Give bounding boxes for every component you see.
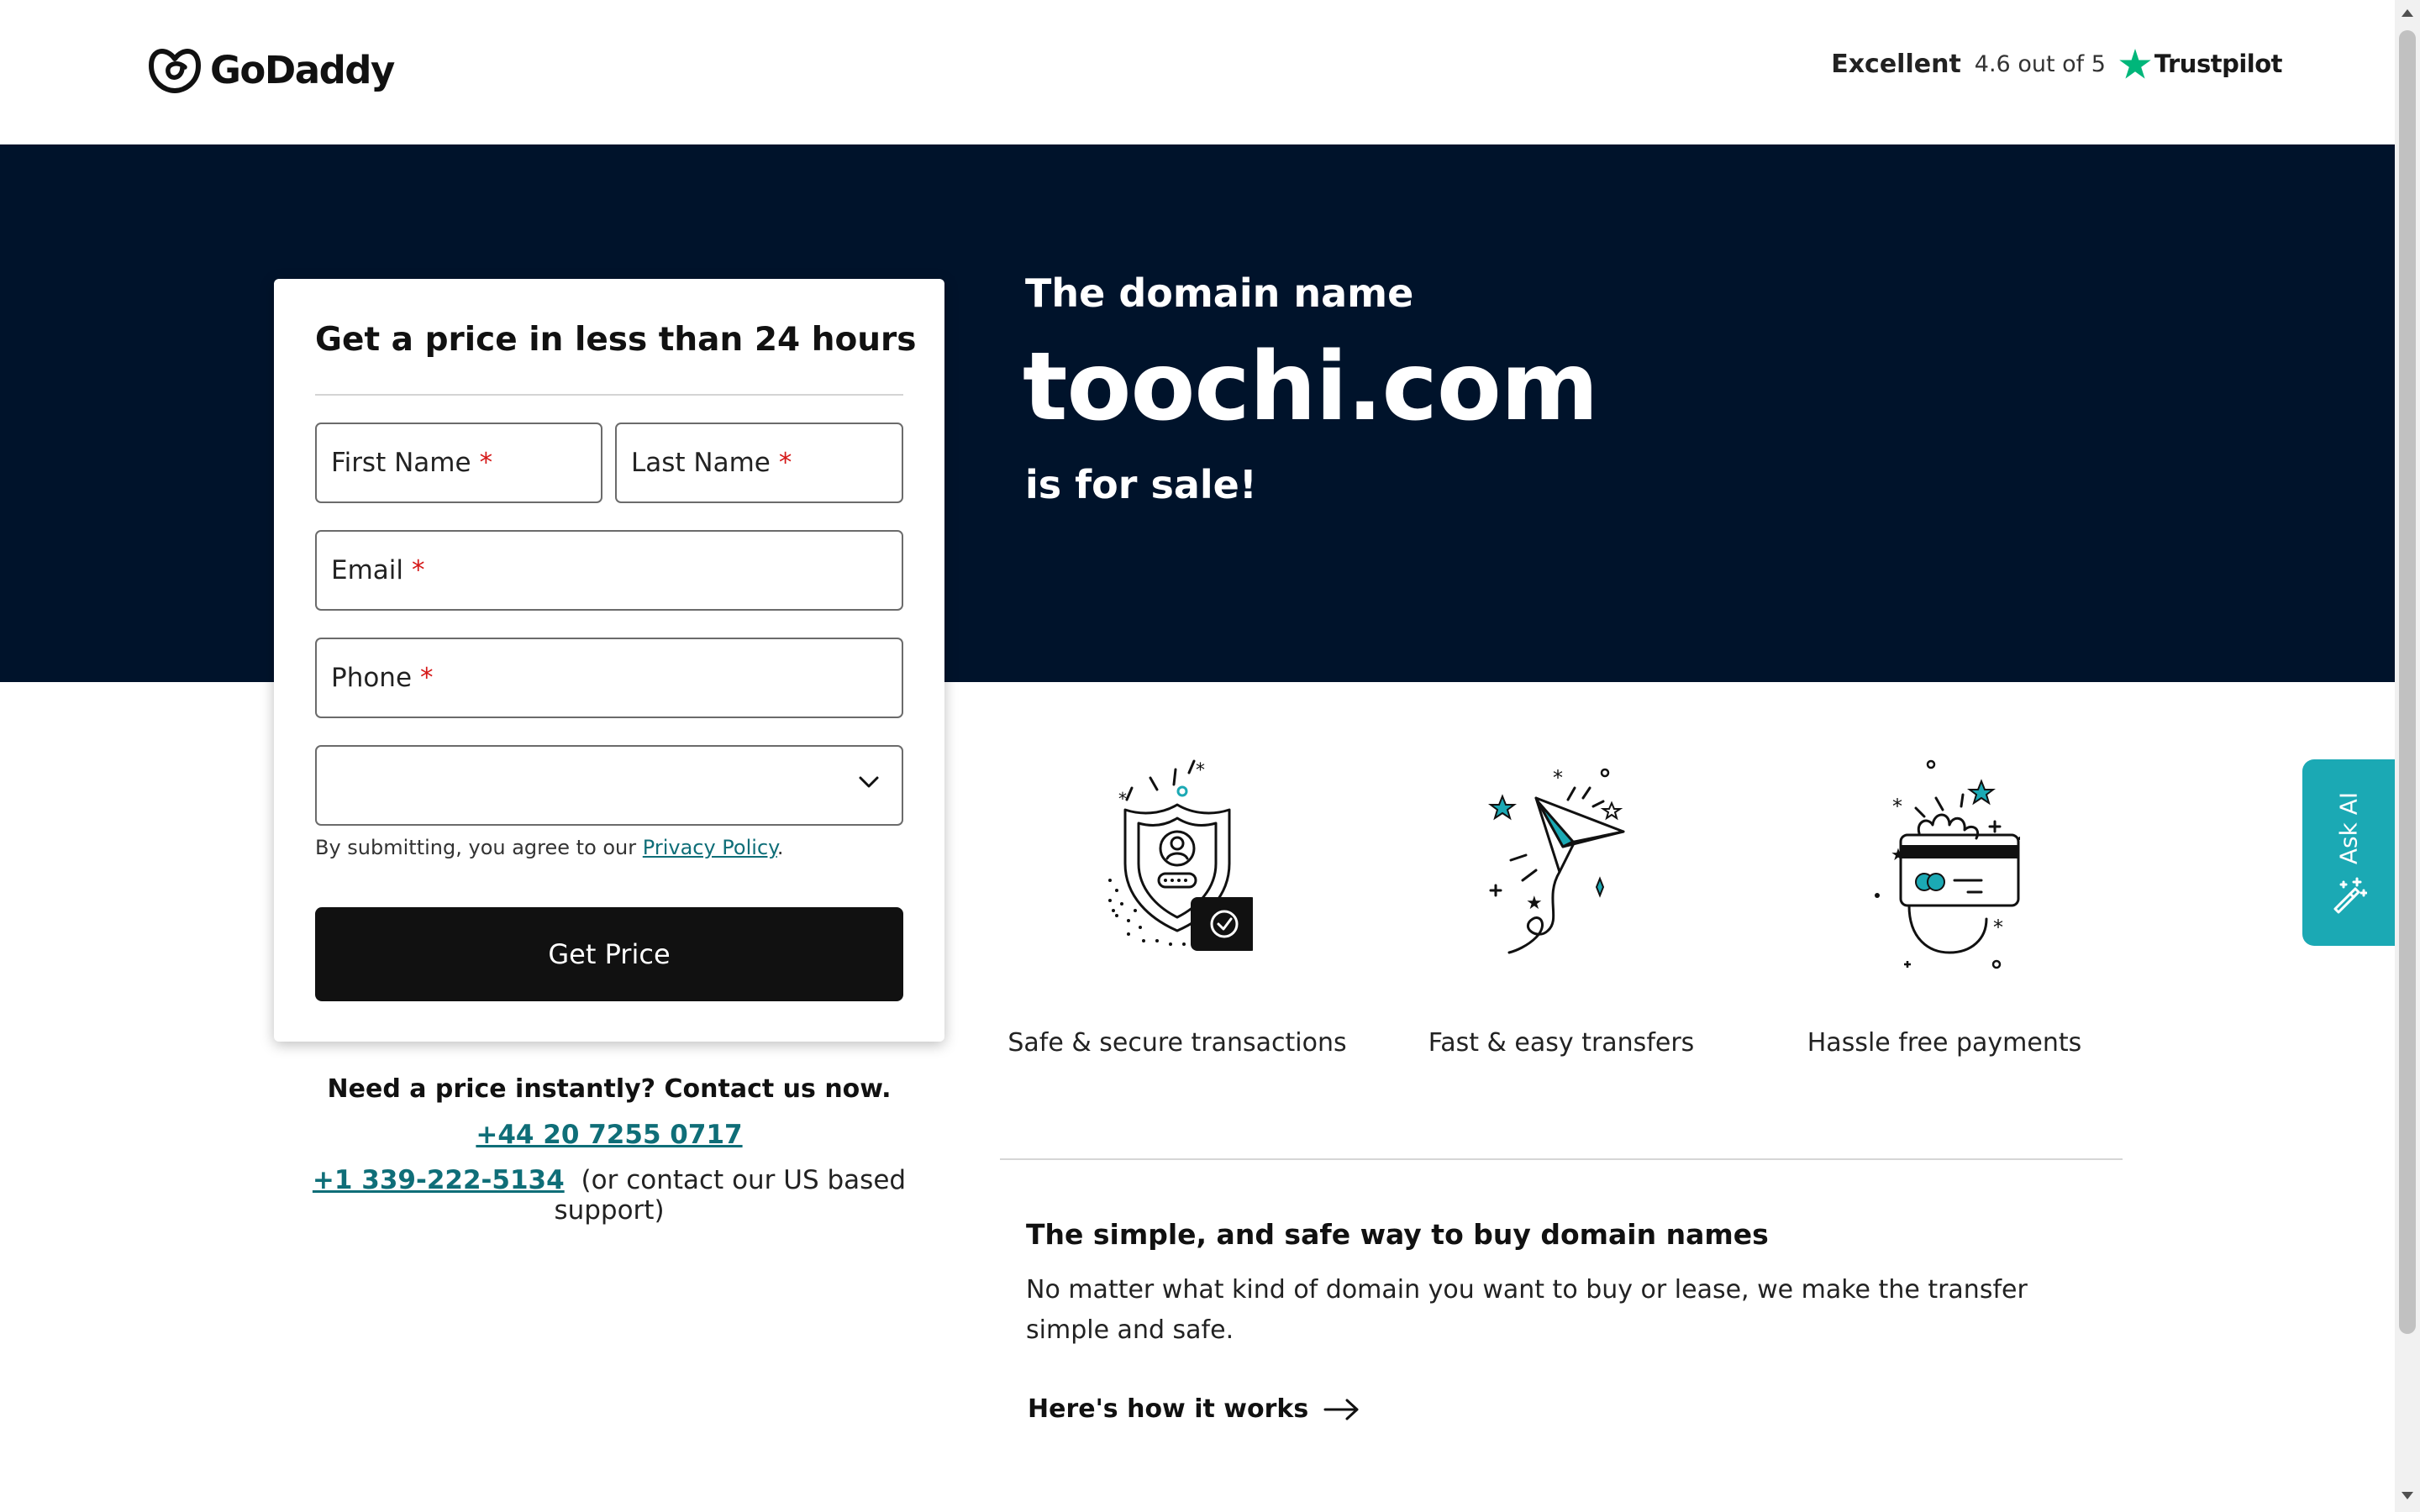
first-name-label: First Name: [331, 448, 471, 478]
privacy-policy-link[interactable]: Privacy Policy: [643, 836, 777, 859]
trust-rating-score: 4.6 out of 5: [1974, 50, 2106, 77]
scrollbar-thumb[interactable]: [2399, 30, 2416, 1334]
feature-caption: Fast & easy transfers: [1428, 1028, 1695, 1058]
phone-uk-link[interactable]: +44 20 7255 0717: [476, 1120, 742, 1150]
scroll-down-icon[interactable]: [2400, 1490, 2415, 1502]
get-price-button[interactable]: Get Price: [315, 907, 903, 1001]
hero-subtitle: is for sale!: [1025, 462, 1257, 507]
offer-select[interactable]: [315, 745, 903, 826]
contact-question: Need a price instantly? Contact us now.: [327, 1074, 892, 1104]
consent-prefix: By submitting, you agree to our: [315, 836, 637, 859]
required-mark: *: [778, 448, 792, 478]
feature-caption: Hassle free payments: [1807, 1028, 2082, 1058]
shield-icon: * *: [1108, 759, 1253, 951]
godaddy-logo-icon: [149, 49, 201, 93]
info-body: No matter what kind of domain you want t…: [1026, 1275, 2028, 1345]
logo-text: GoDaddy: [210, 47, 395, 92]
svg-text:*: *: [1993, 916, 2003, 939]
form-divider: [315, 394, 903, 396]
phone-label: Phone: [331, 663, 413, 693]
godaddy-logo[interactable]: GoDaddy: [148, 45, 395, 94]
hero-pretitle: The domain name: [1025, 270, 1414, 316]
ask-ai-label: Ask AI: [2334, 791, 2363, 865]
trustpilot-star-icon: [2119, 49, 2151, 79]
svg-text:*: *: [1892, 795, 1902, 818]
hero-domain-name: toochi.com: [1023, 333, 1599, 442]
features-divider: [1000, 1158, 2123, 1160]
form-title: Get a price in less than 24 hours: [315, 321, 917, 359]
svg-text:★: ★: [1891, 844, 1906, 864]
site-header: GoDaddy Excellent 4.6 out of 5 Trustpilo…: [0, 0, 2395, 144]
info-title: The simple, and safe way to buy domain n…: [1026, 1218, 1769, 1251]
svg-text:*: *: [1196, 760, 1205, 781]
required-mark: *: [420, 663, 434, 693]
phone-field[interactable]: Phone *: [315, 638, 903, 718]
required-mark: *: [479, 448, 493, 478]
svg-text:★: ★: [1526, 893, 1543, 914]
chevron-down-icon: [859, 776, 879, 788]
arrow-right-icon: [1323, 1399, 1359, 1420]
last-name-field[interactable]: Last Name *: [615, 423, 903, 503]
phone-us-line: +1 339-222-5134 (or contact our US based…: [274, 1165, 944, 1226]
how-it-works-label: Here's how it works: [1028, 1394, 1309, 1424]
phone-uk-line: +44 20 7255 0717: [274, 1120, 944, 1150]
consent-end: .: [776, 836, 784, 859]
email-field[interactable]: Email *: [315, 530, 903, 611]
price-request-form: Get a price in less than 24 hours First …: [274, 279, 944, 1042]
scroll-up-icon[interactable]: [2400, 7, 2415, 18]
trustpilot-brand-text: Trustpilot: [2154, 50, 2283, 78]
phone-us-link[interactable]: +1 339-222-5134: [313, 1165, 565, 1195]
paper-plane-icon: * ★: [1488, 766, 1625, 954]
required-mark: *: [412, 555, 425, 585]
svg-text:*: *: [1118, 789, 1127, 809]
magic-wand-icon: [2333, 877, 2367, 914]
how-it-works-link[interactable]: Here's how it works: [1028, 1394, 1360, 1424]
ask-ai-button[interactable]: Ask AI: [2302, 759, 2395, 946]
trust-rating-word: Excellent: [1831, 49, 1961, 79]
feature-caption: Safe & secure transactions: [1007, 1028, 1347, 1058]
consent-text: By submitting, you agree to our Privacy …: [315, 836, 784, 859]
email-label: Email: [331, 555, 404, 585]
phone-us-note: (or contact our US based support): [554, 1165, 907, 1226]
first-name-field[interactable]: First Name *: [315, 423, 602, 503]
trustpilot-rating[interactable]: Excellent 4.6 out of 5 Trustpilot: [1831, 49, 2283, 79]
trustpilot-logo: Trustpilot: [2119, 49, 2283, 79]
last-name-label: Last Name: [631, 448, 771, 478]
card-in-hand-icon: * ★ *: [1875, 759, 2020, 969]
svg-text:*: *: [1553, 766, 1563, 790]
